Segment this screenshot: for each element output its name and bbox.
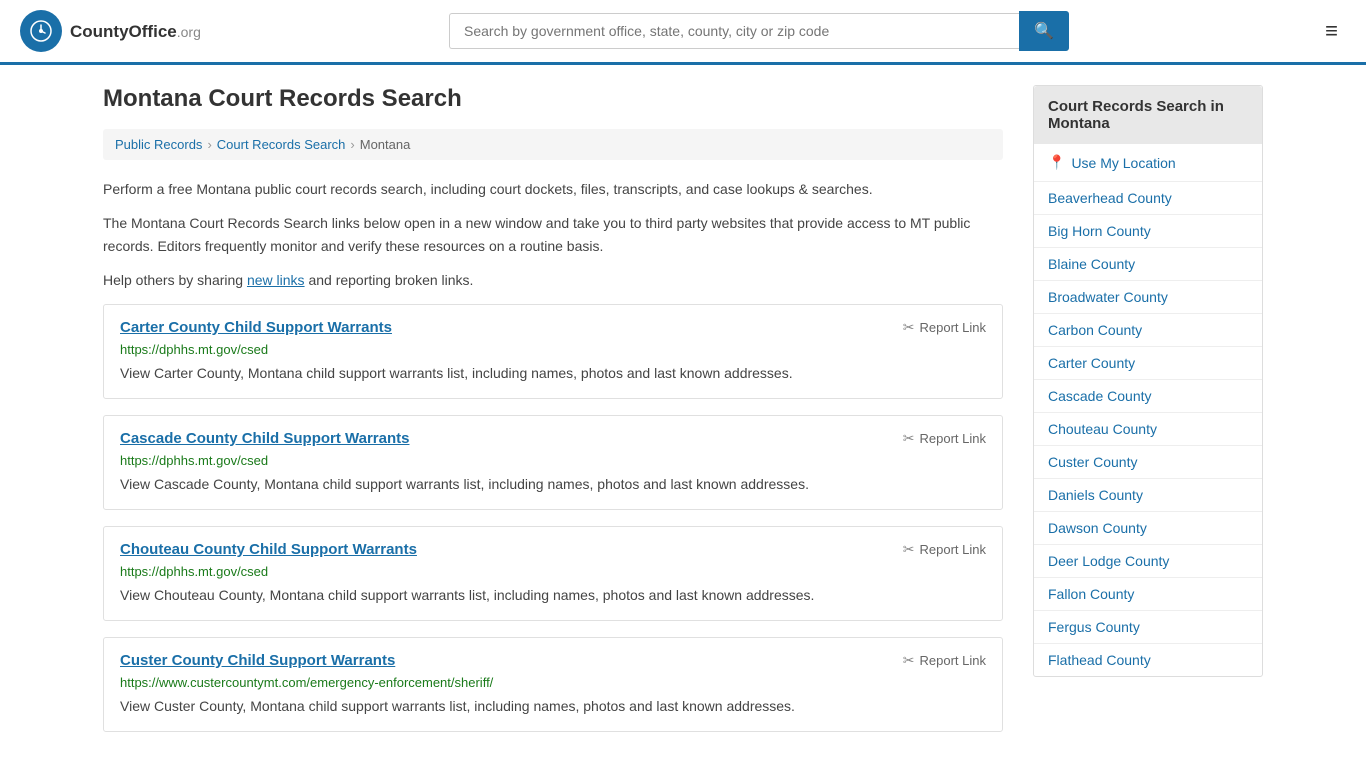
description-2: The Montana Court Records Search links b… bbox=[103, 212, 1003, 257]
breadcrumb-montana: Montana bbox=[360, 137, 411, 152]
result-url[interactable]: https://www.custercountymt.com/emergency… bbox=[120, 675, 986, 690]
report-link-button[interactable]: ✂ Report Link bbox=[903, 319, 986, 336]
list-item: Cascade County bbox=[1034, 380, 1262, 413]
result-title[interactable]: Chouteau County Child Support Warrants bbox=[120, 541, 417, 558]
county-link[interactable]: Broadwater County bbox=[1034, 281, 1262, 313]
county-link[interactable]: Cascade County bbox=[1034, 380, 1262, 412]
sidebar-location: 📍 Use My Location bbox=[1034, 144, 1262, 182]
result-card: Chouteau County Child Support Warrants ✂… bbox=[103, 526, 1003, 621]
site-header: CountyOffice.org 🔍 ≡ bbox=[0, 0, 1366, 65]
list-item: Beaverhead County bbox=[1034, 182, 1262, 215]
result-url[interactable]: https://dphhs.mt.gov/csed bbox=[120, 342, 986, 357]
result-card-header: Chouteau County Child Support Warrants ✂… bbox=[120, 541, 986, 558]
search-input[interactable] bbox=[449, 13, 1019, 49]
list-item: Deer Lodge County bbox=[1034, 545, 1262, 578]
county-link[interactable]: Daniels County bbox=[1034, 479, 1262, 511]
report-link-label: Report Link bbox=[920, 320, 986, 335]
header-right: ≡ bbox=[1317, 14, 1346, 48]
menu-icon: ≡ bbox=[1325, 18, 1338, 43]
county-list: Beaverhead CountyBig Horn CountyBlaine C… bbox=[1034, 182, 1262, 676]
county-link[interactable]: Dawson County bbox=[1034, 512, 1262, 544]
report-link-button[interactable]: ✂ Report Link bbox=[903, 652, 986, 669]
results-container: Carter County Child Support Warrants ✂ R… bbox=[103, 304, 1003, 732]
county-link[interactable]: Flathead County bbox=[1034, 644, 1262, 676]
list-item: Blaine County bbox=[1034, 248, 1262, 281]
breadcrumb: Public Records › Court Records Search › … bbox=[103, 129, 1003, 160]
report-link-button[interactable]: ✂ Report Link bbox=[903, 430, 986, 447]
county-link[interactable]: Custer County bbox=[1034, 446, 1262, 478]
breadcrumb-court-records[interactable]: Court Records Search bbox=[217, 137, 346, 152]
county-link[interactable]: Big Horn County bbox=[1034, 215, 1262, 247]
report-icon: ✂ bbox=[903, 652, 915, 669]
report-icon: ✂ bbox=[903, 319, 915, 336]
result-card-header: Cascade County Child Support Warrants ✂ … bbox=[120, 430, 986, 447]
result-card-header: Carter County Child Support Warrants ✂ R… bbox=[120, 319, 986, 336]
result-title[interactable]: Carter County Child Support Warrants bbox=[120, 319, 392, 336]
result-card: Cascade County Child Support Warrants ✂ … bbox=[103, 415, 1003, 510]
result-description: View Carter County, Montana child suppor… bbox=[120, 363, 986, 384]
list-item: Flathead County bbox=[1034, 644, 1262, 676]
result-card-header: Custer County Child Support Warrants ✂ R… bbox=[120, 652, 986, 669]
use-my-location-link[interactable]: Use My Location bbox=[1071, 155, 1175, 171]
list-item: Daniels County bbox=[1034, 479, 1262, 512]
location-icon: 📍 bbox=[1048, 154, 1065, 171]
list-item: Big Horn County bbox=[1034, 215, 1262, 248]
report-link-button[interactable]: ✂ Report Link bbox=[903, 541, 986, 558]
county-link[interactable]: Chouteau County bbox=[1034, 413, 1262, 445]
list-item: Fergus County bbox=[1034, 611, 1262, 644]
result-card: Carter County Child Support Warrants ✂ R… bbox=[103, 304, 1003, 399]
list-item: Carter County bbox=[1034, 347, 1262, 380]
county-link[interactable]: Fergus County bbox=[1034, 611, 1262, 643]
result-title[interactable]: Cascade County Child Support Warrants bbox=[120, 430, 409, 447]
county-link[interactable]: Fallon County bbox=[1034, 578, 1262, 610]
county-link[interactable]: Carbon County bbox=[1034, 314, 1262, 346]
result-card: Custer County Child Support Warrants ✂ R… bbox=[103, 637, 1003, 732]
list-item: Chouteau County bbox=[1034, 413, 1262, 446]
result-description: View Cascade County, Montana child suppo… bbox=[120, 474, 986, 495]
report-icon: ✂ bbox=[903, 541, 915, 558]
list-item: Fallon County bbox=[1034, 578, 1262, 611]
list-item: Broadwater County bbox=[1034, 281, 1262, 314]
report-link-label: Report Link bbox=[920, 653, 986, 668]
county-link[interactable]: Carter County bbox=[1034, 347, 1262, 379]
logo-icon bbox=[20, 10, 62, 52]
list-item: Dawson County bbox=[1034, 512, 1262, 545]
list-item: Carbon County bbox=[1034, 314, 1262, 347]
description-1: Perform a free Montana public court reco… bbox=[103, 178, 1003, 200]
sidebar-box: Court Records Search in Montana 📍 Use My… bbox=[1033, 85, 1263, 677]
report-link-label: Report Link bbox=[920, 542, 986, 557]
page-title: Montana Court Records Search bbox=[103, 85, 1003, 113]
report-link-label: Report Link bbox=[920, 431, 986, 446]
description-3: Help others by sharing new links and rep… bbox=[103, 269, 1003, 291]
new-links-link[interactable]: new links bbox=[247, 272, 305, 288]
result-url[interactable]: https://dphhs.mt.gov/csed bbox=[120, 564, 986, 579]
menu-button[interactable]: ≡ bbox=[1317, 14, 1346, 48]
county-link[interactable]: Beaverhead County bbox=[1034, 182, 1262, 214]
result-description: View Chouteau County, Montana child supp… bbox=[120, 585, 986, 606]
report-icon: ✂ bbox=[903, 430, 915, 447]
logo-area: CountyOffice.org bbox=[20, 10, 201, 52]
county-link[interactable]: Blaine County bbox=[1034, 248, 1262, 280]
breadcrumb-public-records[interactable]: Public Records bbox=[115, 137, 202, 152]
result-title[interactable]: Custer County Child Support Warrants bbox=[120, 652, 395, 669]
logo-text[interactable]: CountyOffice.org bbox=[70, 21, 201, 42]
sidebar: Court Records Search in Montana 📍 Use My… bbox=[1033, 85, 1263, 748]
search-icon: 🔍 bbox=[1034, 23, 1054, 40]
result-description: View Custer County, Montana child suppor… bbox=[120, 696, 986, 717]
county-link[interactable]: Deer Lodge County bbox=[1034, 545, 1262, 577]
main-container: Montana Court Records Search Public Reco… bbox=[83, 65, 1283, 768]
content-area: Montana Court Records Search Public Reco… bbox=[103, 85, 1003, 748]
search-button[interactable]: 🔍 bbox=[1019, 11, 1069, 51]
search-area: 🔍 bbox=[449, 11, 1069, 51]
list-item: Custer County bbox=[1034, 446, 1262, 479]
sidebar-title: Court Records Search in Montana bbox=[1034, 86, 1262, 144]
result-url[interactable]: https://dphhs.mt.gov/csed bbox=[120, 453, 986, 468]
